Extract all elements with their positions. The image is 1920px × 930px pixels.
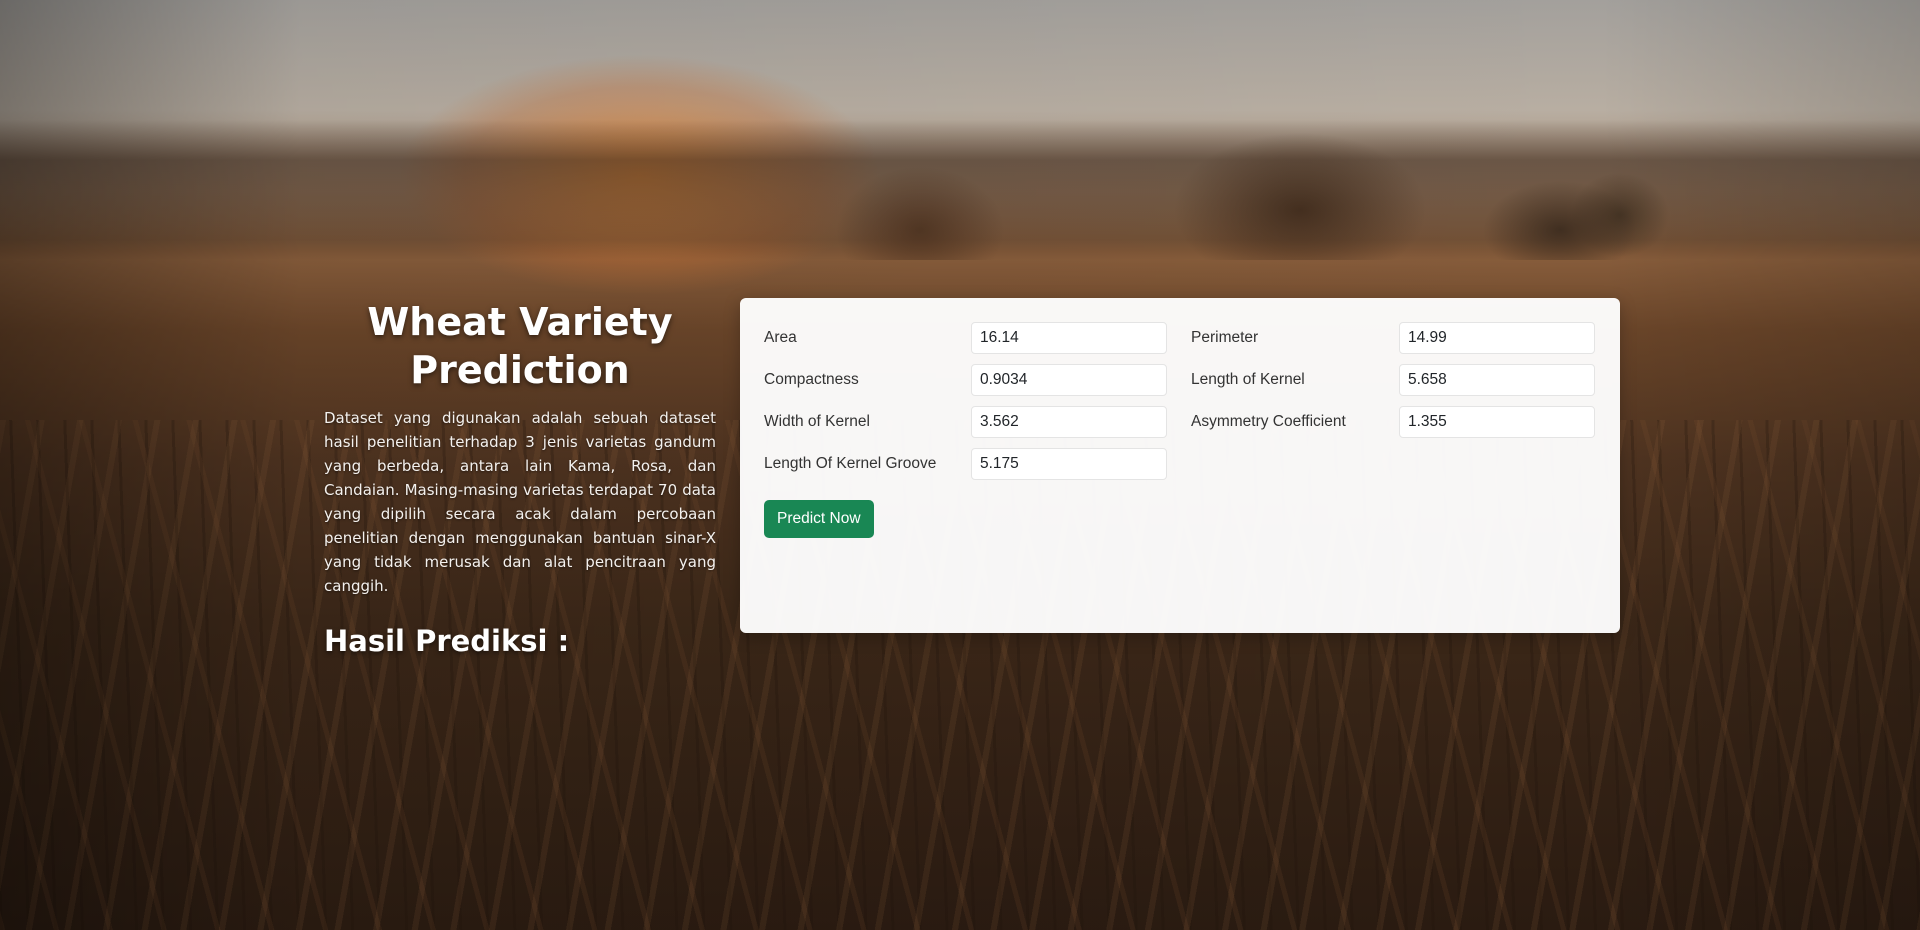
area-input[interactable] <box>971 322 1167 354</box>
area-label: Area <box>764 329 797 346</box>
prediction-result-heading: Hasil Prediksi : <box>324 624 570 658</box>
title-line-1: Wheat Variety <box>367 300 673 344</box>
dataset-description: Dataset yang digunakan adalah sebuah dat… <box>324 409 716 595</box>
page-title: Wheat Variety Prediction <box>324 298 716 394</box>
length-of-kernel-groove-input[interactable] <box>971 448 1167 480</box>
grid-spacer <box>1167 448 1399 480</box>
width-of-kernel-label: Width of Kernel <box>764 413 870 430</box>
perimeter-input[interactable] <box>1399 322 1595 354</box>
perimeter-label: Perimeter <box>1191 329 1259 346</box>
prediction-form: Area Perimeter Compactness Length of Ker… <box>764 322 1596 538</box>
width-of-kernel-input[interactable] <box>971 406 1167 438</box>
length-of-kernel-groove-label: Length Of Kernel Groove <box>764 455 937 472</box>
title-line-2: Prediction <box>410 348 630 392</box>
grid-spacer <box>1399 448 1595 480</box>
asymmetry-coefficient-label: Asymmetry Coefficient <box>1191 413 1346 430</box>
predict-now-button[interactable]: Predict Now <box>764 500 874 538</box>
info-panel: Wheat Variety Prediction Dataset yang di… <box>324 298 716 660</box>
compactness-label: Compactness <box>764 371 859 388</box>
length-of-kernel-input[interactable] <box>1399 364 1595 396</box>
prediction-form-card: Area Perimeter Compactness Length of Ker… <box>740 298 1620 633</box>
page: Wheat Variety Prediction Dataset yang di… <box>0 0 1920 930</box>
asymmetry-coefficient-input[interactable] <box>1399 406 1595 438</box>
compactness-input[interactable] <box>971 364 1167 396</box>
form-grid: Area Perimeter Compactness Length of Ker… <box>764 322 1596 480</box>
length-of-kernel-label: Length of Kernel <box>1191 371 1305 388</box>
